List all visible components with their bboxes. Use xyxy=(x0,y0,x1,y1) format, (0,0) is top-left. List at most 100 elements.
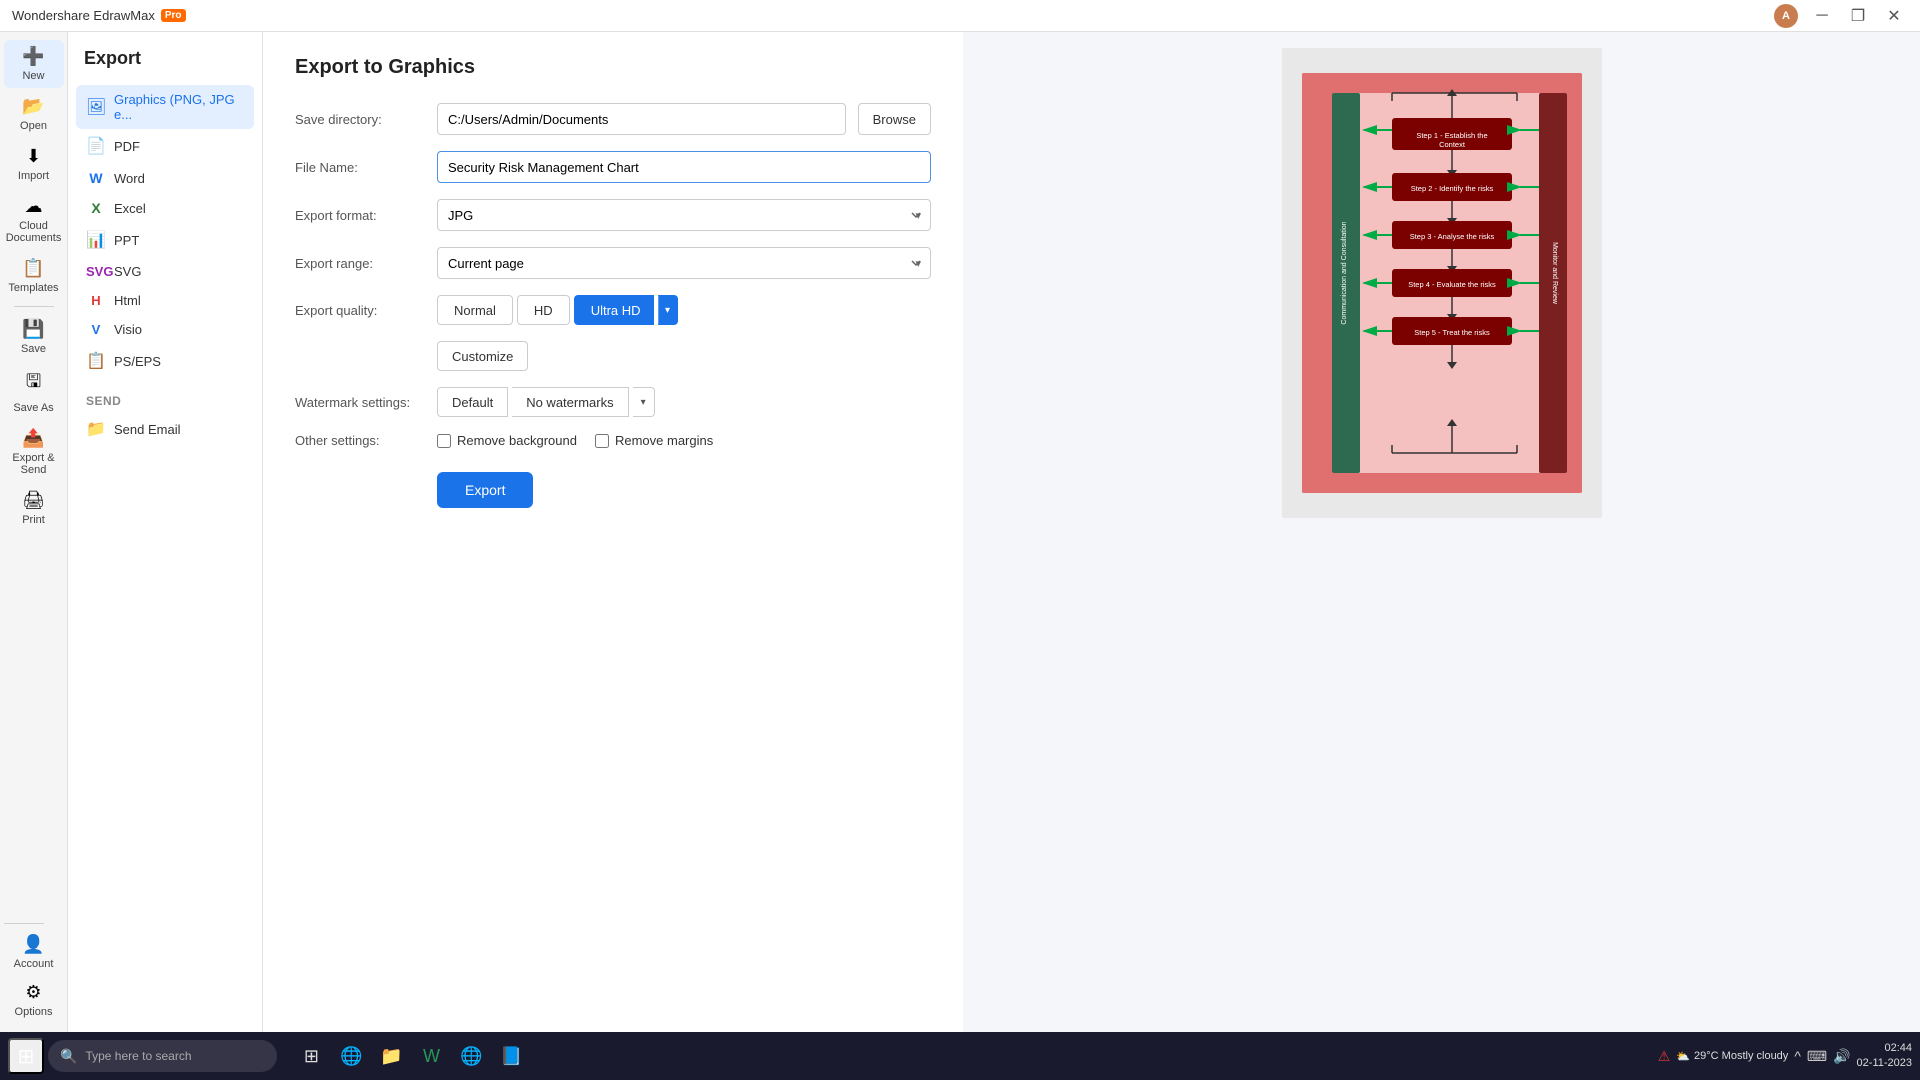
watermark-value-btn[interactable]: No watermarks xyxy=(512,387,628,417)
format-word-label: Word xyxy=(114,171,145,186)
save-directory-input[interactable] xyxy=(437,103,846,135)
app-title: Wondershare EdrawMax xyxy=(12,8,155,23)
import-icon: ⬇ xyxy=(26,146,41,167)
svg-text:Step 2 - Identify the risks: Step 2 - Identify the risks xyxy=(1410,184,1493,193)
taskbar-chrome-btn[interactable]: 🌐 xyxy=(453,1038,489,1074)
other-settings-row: Other settings: Remove background Remove… xyxy=(295,433,931,448)
word-icon: W xyxy=(86,170,106,186)
taskbar-sys-icons: ⚠ ⛅ 29°C Mostly cloudy ^ ⌨ 🔊 xyxy=(1658,1048,1851,1065)
sidebar-item-cloud[interactable]: ☁ Cloud Documents xyxy=(4,190,64,250)
templates-icon: 📋 xyxy=(22,258,44,279)
export-quality-row: Export quality: Normal HD Ultra HD ▾ xyxy=(295,295,931,325)
sidebar-divider-1 xyxy=(14,306,54,307)
remove-margins-label[interactable]: Remove margins xyxy=(595,433,713,448)
export-format-select[interactable]: JPG PNG BMP GIF TIFF SVG xyxy=(437,199,931,231)
taskbar-search-icon: 🔍 xyxy=(60,1048,77,1065)
export-range-select[interactable]: Current page All pages Selected pages xyxy=(437,247,931,279)
file-name-input[interactable] xyxy=(437,151,931,183)
format-item-graphics[interactable]: 🖼 Graphics (PNG, JPG e... xyxy=(76,85,254,129)
taskbar-word-btn[interactable]: W xyxy=(413,1038,449,1074)
excel-icon: X xyxy=(86,200,106,216)
start-icon: ⊞ xyxy=(18,1044,35,1069)
sidebar-item-export[interactable]: 📤 Export & Send xyxy=(4,422,64,482)
taskbar-widgets-btn[interactable]: ⊞ xyxy=(293,1038,329,1074)
svg-text:Step 3 - Analyse the risks: Step 3 - Analyse the risks xyxy=(1409,232,1494,241)
visio-icon: V xyxy=(86,322,106,337)
format-item-pdf[interactable]: 📄 PDF xyxy=(76,129,254,163)
format-item-excel[interactable]: X Excel xyxy=(76,193,254,223)
browse-button[interactable]: Browse xyxy=(858,103,931,135)
format-pseps-label: PS/EPS xyxy=(114,354,161,369)
sidebar-item-import[interactable]: ⬇ Import xyxy=(4,140,64,188)
export-panel: Export to Graphics Save directory: Brows… xyxy=(263,32,963,1032)
sidebar-item-new-label: New xyxy=(22,70,44,82)
format-item-pseps[interactable]: 📋 PS/EPS xyxy=(76,344,254,378)
quality-ultrahd-arrow[interactable]: ▾ xyxy=(658,295,678,325)
remove-background-checkbox[interactable] xyxy=(437,434,451,448)
sidebar-item-templates[interactable]: 📋 Templates xyxy=(4,252,64,300)
taskbar-explorer-btn[interactable]: 📁 xyxy=(373,1038,409,1074)
quality-hd-btn[interactable]: HD xyxy=(517,295,570,325)
format-item-html[interactable]: H Html xyxy=(76,286,254,315)
watermark-arrow-btn[interactable]: ▾ xyxy=(633,387,655,417)
send-section-header: Send xyxy=(76,386,254,412)
sidebar-item-templates-label: Templates xyxy=(8,282,58,294)
taskbar: ⊞ 🔍 ⊞ 🌐 📁 W 🌐 📘 ⚠ ⛅ 29°C Mostly cloudy ^… xyxy=(0,1032,1920,1080)
format-list: 🖼 Graphics (PNG, JPG e... 📄 PDF W Word X… xyxy=(68,81,262,382)
start-button[interactable]: ⊞ xyxy=(8,1038,44,1074)
send-section: Send 📁 Send Email xyxy=(68,382,262,450)
weather-text: 29°C Mostly cloudy xyxy=(1694,1050,1788,1062)
format-pdf-label: PDF xyxy=(114,139,140,154)
sidebar-item-import-label: Import xyxy=(18,170,49,182)
remove-margins-checkbox[interactable] xyxy=(595,434,609,448)
taskbar-volume-icon[interactable]: 🔊 xyxy=(1833,1048,1850,1065)
minimize-button[interactable]: ─ xyxy=(1808,2,1836,30)
restore-button[interactable]: ❐ xyxy=(1844,2,1872,30)
left-panel-title: Export xyxy=(68,48,262,81)
taskbar-right: ⚠ ⛅ 29°C Mostly cloudy ^ ⌨ 🔊 02:44 02-11… xyxy=(1658,1041,1912,1072)
watermark-default-btn[interactable]: Default xyxy=(437,387,508,417)
svg-text:Step 5 - Treat the risks: Step 5 - Treat the risks xyxy=(1414,328,1490,337)
sidebar-item-export-label: Export & Send xyxy=(8,452,60,476)
taskbar-keyboard-icon: ⌨ xyxy=(1807,1048,1827,1065)
taskbar-app1-btn[interactable]: 📘 xyxy=(493,1038,529,1074)
taskbar-ie-btn[interactable]: 🌐 xyxy=(333,1038,369,1074)
export-button[interactable]: Export xyxy=(437,472,533,508)
format-excel-label: Excel xyxy=(114,201,146,216)
taskbar-arrow-icon[interactable]: ^ xyxy=(1794,1048,1801,1064)
app-body: ➕ New 📂 Open ⬇ Import ☁ Cloud Documents … xyxy=(0,32,1920,1032)
sidebar-item-saveas[interactable]: 🖫 Save As xyxy=(4,363,64,420)
other-settings-group: Remove background Remove margins xyxy=(437,433,713,448)
format-item-word[interactable]: W Word xyxy=(76,163,254,193)
format-item-svg[interactable]: SVG SVG xyxy=(76,257,254,286)
html-icon: H xyxy=(86,293,106,308)
taskbar-search[interactable]: 🔍 xyxy=(48,1040,277,1072)
taskbar-clock[interactable]: 02:44 02-11-2023 xyxy=(1857,1041,1912,1072)
export-title: Export to Graphics xyxy=(295,56,931,79)
format-html-label: Html xyxy=(114,293,141,308)
svg-text:Step 4 - Evaluate the risks: Step 4 - Evaluate the risks xyxy=(1408,280,1496,289)
sidebar-item-new[interactable]: ➕ New xyxy=(4,40,64,88)
sidebar-item-save[interactable]: 💾 Save xyxy=(4,313,64,361)
sidebar-item-open[interactable]: 📂 Open xyxy=(4,90,64,138)
format-visio-label: Visio xyxy=(114,322,142,337)
avatar-button[interactable]: A xyxy=(1772,2,1800,30)
quality-ultrahd-btn[interactable]: Ultra HD xyxy=(574,295,654,325)
quality-normal-btn[interactable]: Normal xyxy=(437,295,513,325)
customize-button[interactable]: Customize xyxy=(437,341,528,371)
format-item-ppt[interactable]: 📊 PPT xyxy=(76,223,254,257)
export-button-row: Export xyxy=(295,464,931,508)
sidebar-item-print[interactable]: 🖨 Print xyxy=(4,484,64,532)
sidebar-item-options[interactable]: ⚙ Options xyxy=(4,976,64,1024)
saveas-icon: 🖫 xyxy=(26,369,41,399)
remove-background-label[interactable]: Remove background xyxy=(437,433,577,448)
close-button[interactable]: ✕ xyxy=(1880,2,1908,30)
sidebar-item-account[interactable]: 👤 Account xyxy=(4,928,64,976)
save-directory-label: Save directory: xyxy=(295,112,425,127)
taskbar-search-input[interactable] xyxy=(85,1049,265,1063)
watermark-row: Watermark settings: Default No watermark… xyxy=(295,387,931,417)
export-format-wrapper: JPG PNG BMP GIF TIFF SVG xyxy=(437,199,931,231)
send-email-item[interactable]: 📁 Send Email xyxy=(76,412,254,446)
file-name-row: File Name: xyxy=(295,151,931,183)
format-item-visio[interactable]: V Visio xyxy=(76,315,254,344)
